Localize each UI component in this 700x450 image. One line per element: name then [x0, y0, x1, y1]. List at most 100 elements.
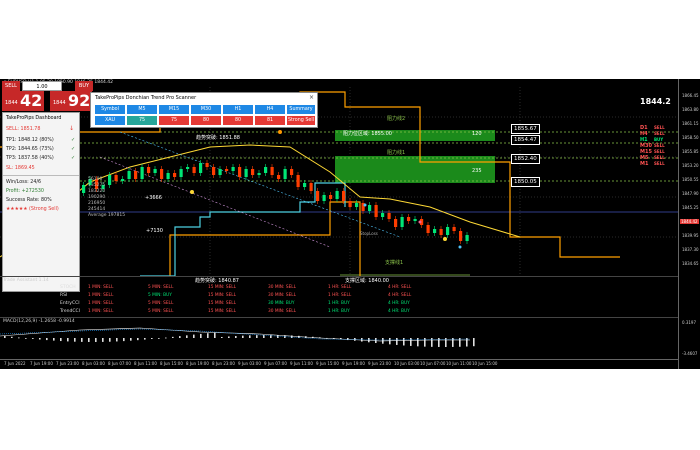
level-label-1: 1855.67 — [511, 124, 540, 134]
candle-body — [459, 231, 463, 241]
level-label-2: 1854.47 — [511, 135, 540, 145]
macd-histogram-bar — [123, 338, 125, 342]
time-label: 8 Jun 15:00 — [160, 361, 183, 366]
dashboard-tp3: TP3: 1837.58 (40%) — [6, 156, 54, 161]
candle-body — [348, 201, 352, 207]
candle-body — [283, 169, 287, 179]
candle-body — [186, 167, 190, 169]
macd-histogram-bar — [32, 338, 34, 339]
macd-histogram-bar — [417, 338, 419, 347]
indicator-cell: 1 HR: BUY — [328, 301, 350, 306]
macd-histogram-bar — [165, 337, 167, 339]
candle-body — [231, 167, 235, 171]
macd-histogram-bar — [200, 333, 202, 338]
indicator-cell: 15 MIN: SELL — [208, 301, 237, 306]
indicator-cell: 5 MIN: SELL — [148, 285, 174, 290]
candle-body — [166, 173, 170, 179]
macd-histogram-bar — [256, 335, 258, 338]
right-panel-price: 1844.2 — [640, 97, 671, 106]
candle-body — [257, 173, 261, 175]
indicator-cell: 5 MIN: SELL — [148, 309, 174, 314]
candle-body — [225, 169, 229, 171]
profit-tag-7130: +7130 — [146, 228, 163, 234]
candle-body — [303, 183, 307, 187]
scanner-value-m15: 75 — [159, 116, 189, 125]
dashboard-winloss: Win/Loss: 24/6 — [6, 180, 42, 185]
macd-chart[interactable] — [0, 318, 678, 358]
macd-histogram-bar — [67, 338, 69, 342]
price-tick: 1850.55 — [682, 177, 699, 182]
check-icon: ✓ — [71, 137, 76, 143]
macd-histogram-bar — [207, 333, 209, 338]
zone-number-2: 235 — [472, 168, 482, 174]
scanner-header-m30: M30 — [191, 105, 221, 114]
candle-body — [335, 191, 339, 199]
macd-histogram-bar — [172, 336, 174, 338]
dashboard-signal: SELL: 1851.78 — [6, 127, 41, 132]
scanner-header-m5: M5 — [127, 105, 157, 114]
scanner-value-summary: Strong Sell — [287, 116, 315, 125]
close-icon[interactable]: × — [309, 94, 314, 101]
buy-button[interactable]: BUY — [75, 81, 93, 91]
price-tick: 1861.15 — [682, 121, 699, 126]
indicator-cell: 4 HR: SELL — [388, 293, 412, 298]
time-label: 9 Jun 07:00 — [264, 361, 287, 366]
time-label: 7 Jun 2022 — [4, 361, 26, 366]
macd-panel: MACD(12,26,9) -1.2658 -0.9914 0.3197 -3.… — [0, 317, 697, 358]
price-tick: 1837.30 — [682, 247, 699, 252]
indicator-row: EntryCCI 1 MIN: SELL 5 MIN: SELL 15 MIN: SE… — [0, 300, 678, 308]
price-tick: 1855.85 — [682, 149, 699, 154]
candle-body — [147, 167, 151, 173]
profit-tag-3666: +3666 — [145, 195, 162, 201]
candle-body — [452, 227, 456, 231]
macd-histogram-bar — [473, 338, 475, 347]
level-label-4: 1850.05 — [511, 177, 540, 187]
signal-direction: BUY — [654, 137, 664, 142]
macd-histogram-bar — [214, 332, 216, 338]
candle-body — [140, 167, 144, 179]
sell-button[interactable]: SELL — [2, 81, 20, 91]
time-label: 9 Jun 15:00 — [316, 361, 339, 366]
macd-histogram-bar — [158, 338, 160, 339]
lot-size-input[interactable]: 1.00 — [22, 81, 62, 91]
candle-body — [439, 229, 443, 235]
macd-histogram-bar — [151, 338, 153, 339]
time-axis: 7 Jun 2022 7 Jun 19:00 7 Jun 23:00 8 Jun 03… — [0, 359, 678, 369]
scanner-title: TakeProPips Donchian Trend Pro Scanner — [95, 95, 197, 101]
signal-direction: SELL — [654, 143, 665, 148]
macd-histogram-bar — [53, 338, 55, 341]
macd-histogram-bar — [389, 338, 391, 345]
zone-number-1: 120 — [472, 131, 482, 137]
macd-histogram-bar — [4, 336, 6, 338]
time-label: 8 Jun 11:00 — [134, 361, 157, 366]
price-tick: 1839.95 — [682, 233, 699, 238]
candle-body — [277, 175, 281, 179]
macd-histogram-bar — [130, 338, 132, 341]
scanner-value-symbol[interactable]: XAU — [95, 116, 125, 125]
candle-body — [394, 219, 398, 227]
macd-histogram-bar — [46, 338, 48, 341]
macd-histogram-bar — [179, 336, 181, 338]
signal-direction: SELL — [654, 125, 665, 130]
upper-zone-label: 阻力位区域: 1855.00 — [343, 131, 392, 137]
buy-price-box[interactable]: 1844 92 — [50, 91, 92, 111]
macd-histogram-bar — [228, 336, 230, 338]
macd-histogram-bar — [74, 338, 76, 342]
time-label: 9 Jun 11:00 — [290, 361, 313, 366]
sell-price-box[interactable]: 1844 42 — [2, 91, 44, 111]
dashboard-success-rate: Success Rate: 80% — [6, 198, 52, 203]
trade-assistant-panel: Trade Assistant 1.14 STOCH 1 MIN: SELL 5 M… — [0, 276, 678, 317]
indicator-cell: 15 MIN: SELL — [208, 293, 237, 298]
candle-body — [322, 195, 326, 201]
macd-histogram-bar — [186, 335, 188, 338]
indicator-cell: 4 HR: BUY — [388, 309, 410, 314]
resistance-zone-lower — [335, 156, 495, 183]
price-axis[interactable]: 1866.45 1863.80 1861.15 1858.50 1855.85 1853.… — [678, 79, 700, 369]
signal-direction: SELL — [654, 155, 665, 160]
macd-histogram-bar — [25, 338, 27, 339]
scanner-header-summary: Summary — [287, 105, 315, 114]
price-tick: 1866.45 — [682, 93, 699, 98]
indicator-cell: 1 HR: SELL — [328, 293, 352, 298]
indicator-cell: 1 MIN: SELL — [88, 285, 114, 290]
indicator-cell: 5 MIN: BUY — [148, 293, 172, 298]
